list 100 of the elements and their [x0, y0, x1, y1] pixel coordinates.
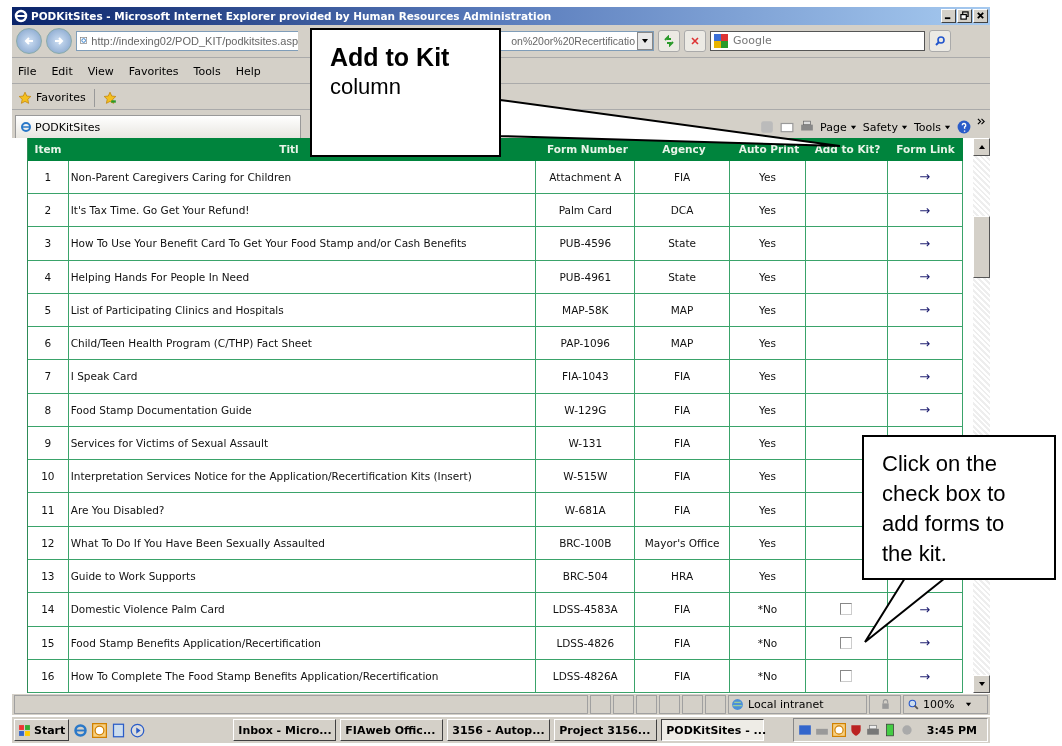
clock-icon[interactable] — [92, 722, 108, 738]
status-pane — [590, 695, 611, 715]
form-title: Child/Teen Health Program (C/THP) Fact Sheet — [70, 337, 312, 350]
status-pane — [705, 695, 726, 715]
auto-print-value: Yes — [758, 403, 776, 416]
chevron-icon[interactable] — [977, 117, 986, 127]
item-number: 4 — [44, 270, 52, 283]
play-icon[interactable] — [130, 722, 146, 738]
form-title: Interpretation Services Notice for the Application/Recertification Kits (Insert) — [70, 470, 472, 483]
menu-item[interactable]: Favorites — [128, 65, 179, 79]
document-icon[interactable] — [111, 722, 127, 738]
caret-icon — [965, 701, 973, 709]
callout-text: Click on the check box to add forms to the kit. — [882, 450, 1007, 568]
taskbar-button[interactable]: Project 3156... — [554, 719, 658, 742]
auto-print-value: Yes — [758, 303, 776, 316]
taskbar-button[interactable]: Inbox - Micro... — [233, 719, 337, 742]
auto-print-value: Yes — [758, 270, 776, 283]
form-number: MAP-58K — [562, 303, 609, 316]
address-field[interactable]: on%20or%20Recertificatio — [498, 30, 654, 51]
search-button[interactable] — [929, 29, 951, 52]
menu-item[interactable]: Tools — [193, 65, 221, 79]
back-button[interactable] — [16, 27, 42, 54]
agency-name: FIA — [673, 603, 691, 616]
url-text: http://indexing02/POD_KIT/podkitsites.asp — [91, 34, 298, 47]
taskbar-button[interactable]: PODKitSites - ... — [661, 719, 765, 742]
form-link[interactable]: → — [919, 235, 931, 251]
item-number: 5 — [44, 303, 52, 316]
restore-button[interactable] — [957, 8, 972, 23]
scroll-down-button[interactable] — [973, 675, 990, 694]
form-title: It's Tax Time. Go Get Your Refund! — [70, 204, 250, 217]
start-button[interactable]: Start — [14, 719, 70, 742]
tray-icon[interactable] — [797, 723, 812, 738]
item-number: 16 — [41, 670, 55, 682]
close-button[interactable] — [973, 8, 988, 23]
zoom-control[interactable]: 100% — [903, 695, 988, 715]
form-link[interactable]: → — [919, 302, 931, 318]
form-link[interactable]: → — [919, 335, 931, 351]
search-field[interactable]: Google — [710, 30, 925, 51]
column-header: Form Link — [895, 142, 956, 158]
agency-name: FIA — [673, 370, 691, 383]
form-link[interactable]: → — [919, 202, 931, 218]
add-to-kit-checkbox[interactable] — [840, 636, 853, 649]
scroll-thumb[interactable] — [973, 216, 990, 279]
stop-icon — [689, 34, 701, 47]
menu-item[interactable]: View — [87, 65, 114, 79]
form-link[interactable]: → — [919, 169, 931, 185]
form-title: How To Complete The Food Stamp Benefits Application/Recertification — [70, 670, 439, 682]
item-number: 14 — [41, 603, 55, 616]
item-number: 8 — [44, 403, 52, 416]
stop-button[interactable] — [684, 29, 706, 52]
callout-title: Add to Kit — [330, 42, 451, 72]
menu-item[interactable]: File — [18, 65, 37, 79]
add-to-kit-checkbox[interactable] — [840, 603, 853, 616]
item-number: 13 — [41, 570, 55, 583]
minimize-button[interactable] — [941, 8, 956, 23]
taskbar-button[interactable]: FIAweb Offic... — [340, 719, 444, 742]
refresh-button[interactable] — [658, 29, 680, 52]
caret-icon — [849, 124, 857, 132]
agency-name: FIA — [673, 503, 691, 516]
column-header: Agency — [661, 142, 707, 158]
form-link[interactable]: → — [919, 668, 931, 684]
auto-print-value: *No — [757, 670, 778, 682]
close-icon — [976, 11, 985, 21]
dropdown-button[interactable] — [637, 31, 653, 50]
window-title: PODKitSites - Microsoft Internet Explorer provided by Human Resources Administration — [31, 9, 552, 22]
clock: 3:45 PM — [926, 723, 977, 737]
form-link[interactable]: → — [919, 601, 931, 617]
mail-icon[interactable] — [780, 120, 795, 135]
form-title: Are You Disabled? — [70, 503, 165, 516]
form-number: PUB-4961 — [559, 270, 612, 283]
form-link[interactable]: → — [919, 369, 931, 384]
form-link[interactable]: → — [919, 635, 931, 651]
clock-icon[interactable] — [831, 723, 846, 738]
command-menu[interactable]: Safety — [862, 121, 908, 135]
menu-item[interactable]: Edit — [51, 65, 73, 79]
form-link[interactable]: → — [919, 269, 931, 285]
form-link[interactable]: → — [919, 402, 931, 418]
agency-name: Mayor's Office — [644, 536, 720, 549]
scroll-up-button[interactable] — [973, 138, 990, 157]
taskbar-button[interactable]: 3156 - Autop... — [447, 719, 551, 742]
forward-button[interactable] — [46, 27, 72, 54]
add-to-kit-checkbox[interactable] — [840, 670, 853, 682]
address-field[interactable]: http://indexing02/POD_KIT/podkitsites.asp — [76, 30, 298, 51]
favorites-button[interactable]: Favorites — [16, 90, 88, 105]
agency-name: FIA — [673, 170, 691, 183]
auto-print-value: *No — [757, 636, 778, 649]
star-plus-icon — [102, 90, 117, 105]
auto-print-value: *No — [757, 603, 778, 616]
form-title: How To Use Your Benefit Card To Get Your Food Stamp and/or Cash Benefits — [70, 237, 467, 250]
form-number: W-131 — [568, 437, 603, 450]
shield-icon[interactable] — [848, 723, 863, 738]
command-menu[interactable]: Tools — [913, 121, 951, 135]
help-icon[interactable] — [957, 120, 971, 135]
browser-tab[interactable]: PODKitSites — [15, 115, 301, 139]
browser-logo-icon[interactable] — [73, 722, 89, 738]
menu-item[interactable]: Help — [235, 65, 261, 79]
agency-name: MAP — [670, 303, 694, 316]
command-menu[interactable]: Page — [820, 121, 857, 135]
auto-print-value: Yes — [758, 437, 776, 450]
agency-name: State — [668, 270, 696, 283]
